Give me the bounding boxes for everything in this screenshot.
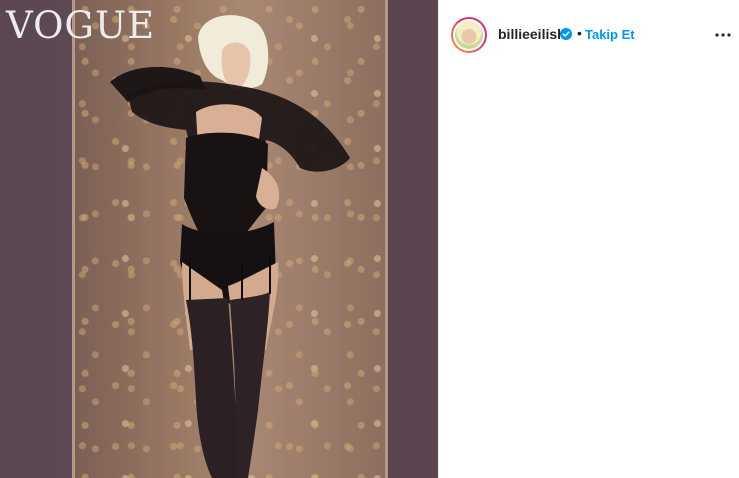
model-figure (110, 15, 350, 478)
vogue-logo: VOGUE (6, 4, 156, 47)
avatar-face (455, 21, 483, 49)
avatar[interactable] (451, 17, 487, 53)
username-link[interactable]: billieeilish (498, 26, 566, 42)
more-horizontal-icon[interactable] (715, 30, 731, 40)
post-header: billieeilish • Takip Et (439, 0, 739, 68)
verified-badge-icon (560, 28, 572, 40)
header-separator: • (577, 25, 582, 41)
post-sidebar: billieeilish • Takip Et (438, 0, 739, 478)
post-image[interactable]: VOGUE (0, 0, 438, 478)
avatar-image (453, 19, 485, 51)
follow-button[interactable]: Takip Et (585, 27, 635, 42)
